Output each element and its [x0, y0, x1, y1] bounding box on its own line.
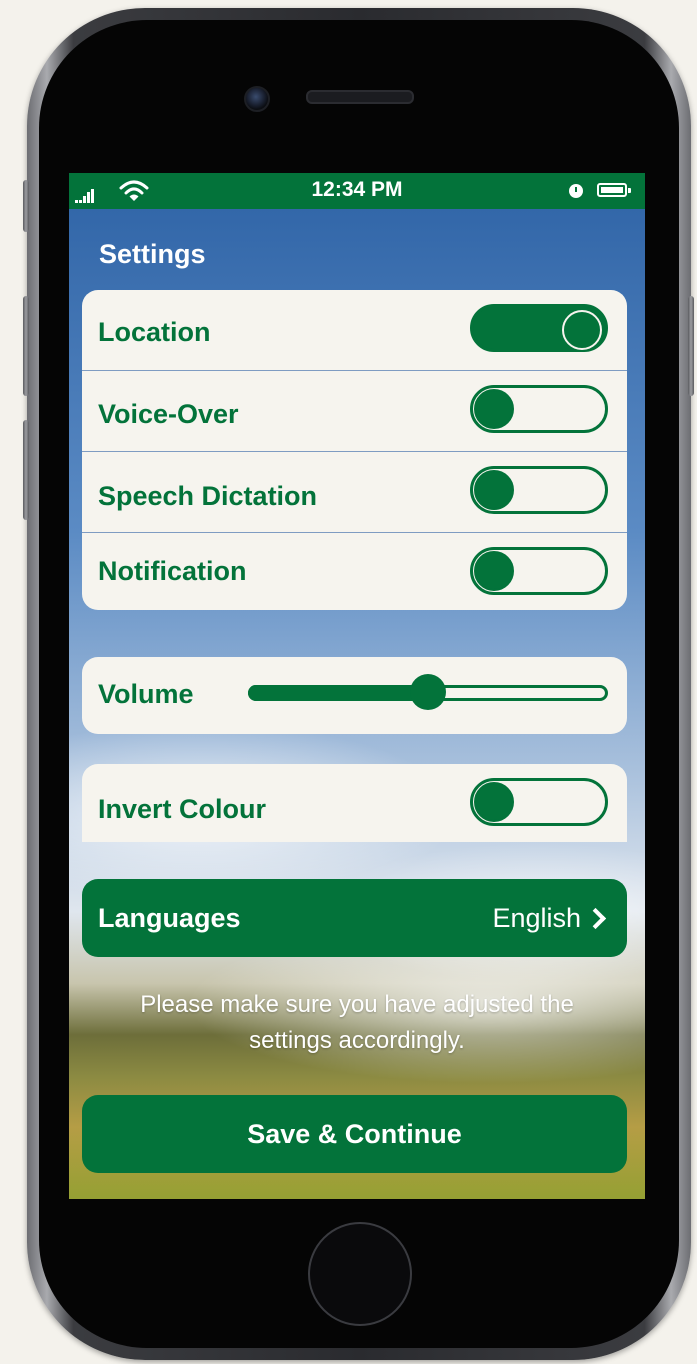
front-camera — [244, 86, 270, 112]
settings-card: Location Voice-Over Speech Dictation Not… — [82, 290, 627, 610]
setting-row-speech-dictation: Speech Dictation — [82, 451, 627, 532]
battery-icon — [597, 183, 631, 197]
speech-dictation-toggle[interactable] — [470, 466, 608, 514]
status-bar: 12:34 PM — [69, 173, 645, 209]
languages-label: Languages — [98, 903, 241, 933]
chevron-right-icon — [584, 907, 607, 930]
toggle-knob — [474, 551, 514, 591]
volume-up-hardware-button — [23, 296, 29, 396]
invert-colour-toggle[interactable] — [470, 778, 608, 826]
setting-label: Speech Dictation — [98, 481, 318, 511]
setting-label: Location — [98, 317, 211, 347]
location-toggle[interactable] — [470, 304, 608, 352]
setting-row-notification: Notification — [82, 532, 627, 613]
volume-slider-fill — [248, 685, 428, 701]
mute-switch — [23, 180, 29, 232]
setting-label: Voice-Over — [98, 399, 239, 429]
toggle-knob — [562, 310, 602, 350]
volume-slider-thumb[interactable] — [410, 674, 446, 710]
setting-label: Notification — [98, 556, 247, 586]
languages-value: English — [492, 903, 581, 933]
toggle-knob — [474, 782, 514, 822]
volume-label: Volume — [98, 679, 194, 709]
screen: 12:34 PM Settings Location Voice-Over Sp… — [69, 173, 645, 1199]
invert-colour-card: Invert Colour — [82, 764, 627, 842]
power-hardware-button — [688, 296, 694, 396]
invert-colour-label: Invert Colour — [98, 794, 267, 824]
status-time: 12:34 PM — [311, 178, 403, 201]
save-continue-button[interactable]: Save & Continue — [82, 1095, 627, 1173]
toggle-knob — [474, 389, 514, 429]
voice-over-toggle[interactable] — [470, 385, 608, 433]
volume-card: Volume — [82, 657, 627, 734]
clock-icon — [569, 184, 583, 198]
volume-down-hardware-button — [23, 420, 29, 520]
setting-row-voice-over: Voice-Over — [82, 370, 627, 451]
help-text: Please make sure you have adjusted the s… — [140, 991, 574, 1054]
languages-button[interactable]: Languages English — [82, 879, 627, 957]
home-button[interactable] — [308, 1222, 412, 1326]
page-title: Settings — [99, 239, 206, 269]
earpiece-speaker — [306, 90, 414, 104]
setting-row-location: Location — [82, 290, 627, 370]
notification-toggle[interactable] — [470, 547, 608, 595]
toggle-knob — [474, 470, 514, 510]
